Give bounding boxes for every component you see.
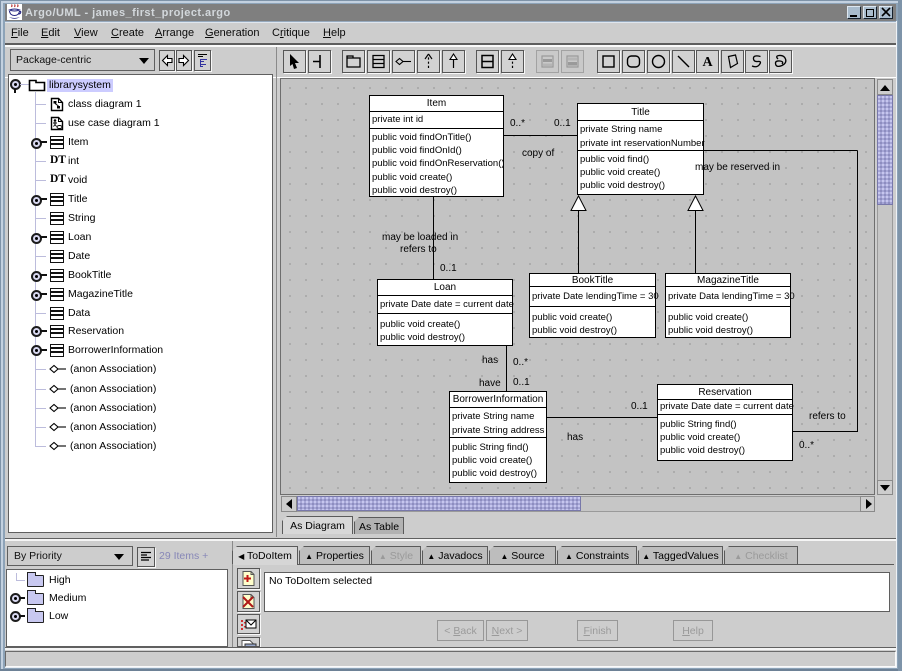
- svg-text:A: A: [702, 55, 713, 70]
